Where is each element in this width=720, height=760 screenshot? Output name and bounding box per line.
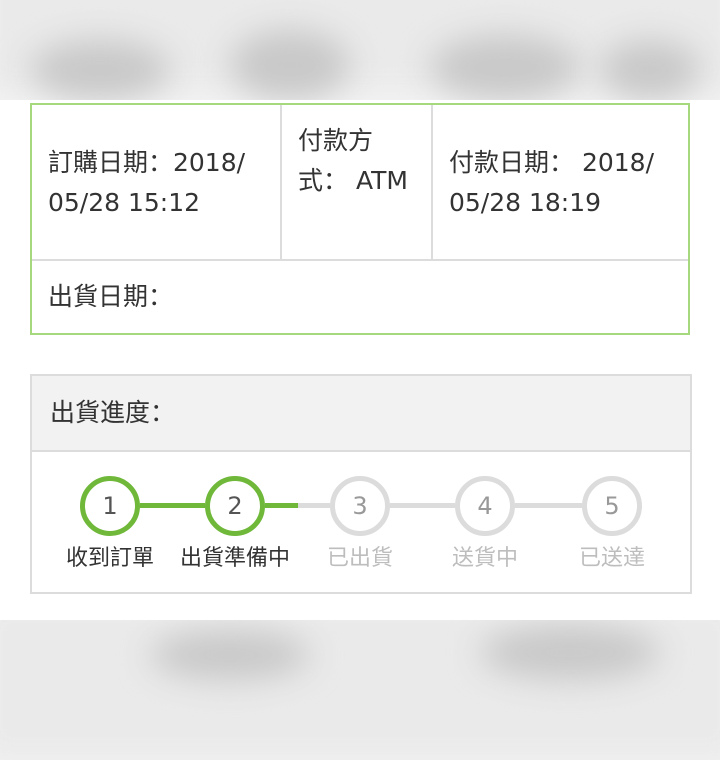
order-date-cell: 訂購日期：2018/ 05/28 15:12 (32, 105, 282, 259)
progress-step-label: 已出貨 (326, 546, 393, 571)
blurred-shape (480, 625, 660, 680)
progress-step-circle: 4 (455, 476, 515, 536)
order-panel: 訂購日期：2018/ 05/28 15:12 付款方式： ATM 付款日期： 2… (0, 100, 720, 620)
progress-step-label: 出貨準備中 (179, 546, 290, 571)
blurred-shape (600, 40, 700, 100)
progress-step-circle: 3 (330, 476, 390, 536)
blurred-shape (430, 35, 580, 100)
progress-connector (515, 503, 582, 508)
progress-connector (140, 503, 205, 508)
progress-step-circle: 5 (582, 476, 642, 536)
progress-step-label: 送貨中 (451, 546, 518, 571)
progress-connector-active (265, 503, 298, 508)
progress-title: 出貨進度： (32, 376, 690, 452)
order-info-table: 訂購日期：2018/ 05/28 15:12 付款方式： ATM 付款日期： 2… (30, 103, 690, 335)
progress-step-label: 已送達 (578, 546, 645, 571)
progress-tracker: 1 收到訂單 2 出貨準備中 3 已出貨 4 送貨中 5 已送達 (32, 452, 690, 592)
payment-method-cell: 付款方式： ATM (282, 105, 433, 259)
shipping-progress: 出貨進度： 1 收到訂單 2 出貨準備中 3 已出貨 4 送貨中 5 已送達 (30, 374, 692, 594)
blurred-background-bottom (0, 600, 720, 760)
progress-connector (390, 503, 455, 508)
order-info-row: 訂購日期：2018/ 05/28 15:12 付款方式： ATM 付款日期： 2… (32, 105, 688, 261)
progress-step-label: 收到訂單 (65, 546, 154, 571)
blurred-shape (230, 30, 350, 100)
progress-step-circle: 1 (80, 476, 140, 536)
payment-date-cell: 付款日期： 2018/ 05/28 18:19 (449, 148, 654, 217)
blurred-shape (150, 630, 310, 680)
progress-step-circle: 2 (205, 476, 265, 536)
ship-date-cell: 出貨日期： (48, 282, 174, 311)
blurred-shape (30, 40, 170, 100)
